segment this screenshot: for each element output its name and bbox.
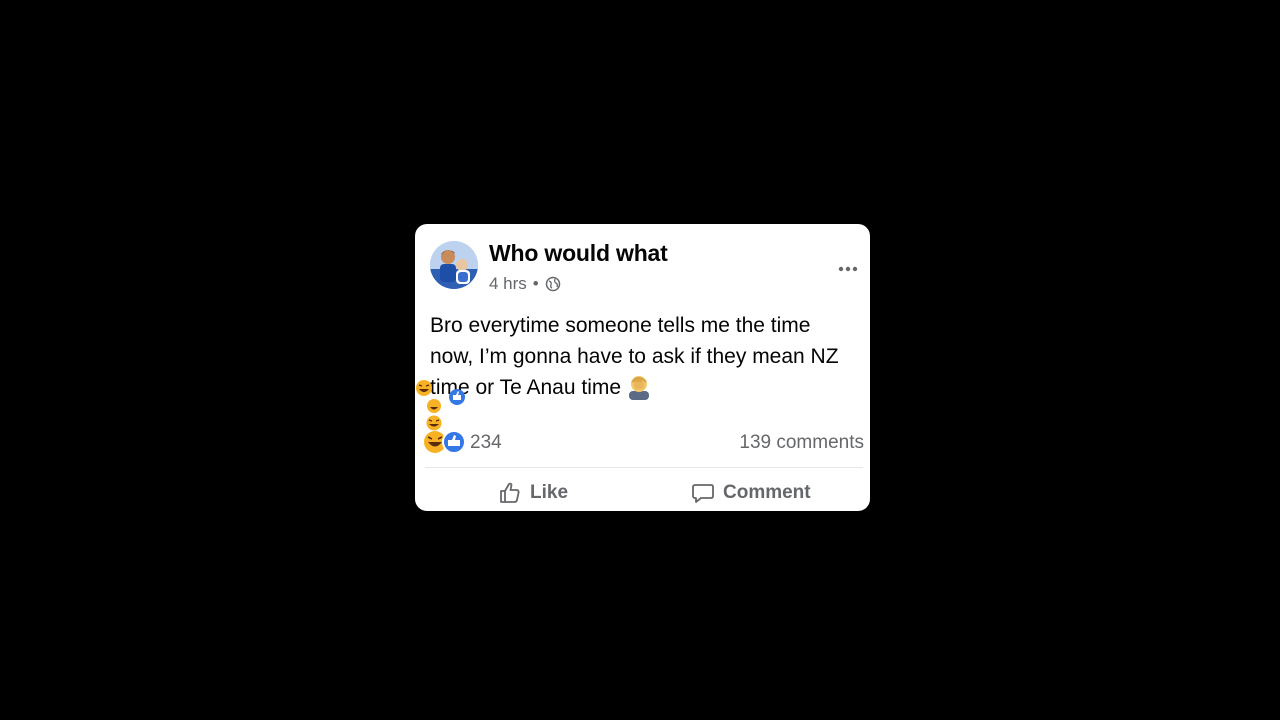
like-button[interactable]: Like bbox=[498, 480, 568, 506]
comment-button[interactable]: Comment bbox=[691, 480, 811, 506]
reaction-stats: 234 139 comments bbox=[415, 427, 870, 457]
divider bbox=[425, 467, 863, 468]
like-label: Like bbox=[530, 482, 569, 503]
author-name[interactable]: Who would what bbox=[489, 240, 668, 267]
post-text-container: Bro everytime someone tells me the time … bbox=[430, 310, 855, 403]
comments-count[interactable]: 139 comments bbox=[739, 432, 864, 454]
author-avatar[interactable] bbox=[430, 241, 478, 289]
post-meta: 4 hrs • bbox=[489, 274, 561, 294]
meta-separator: • bbox=[532, 274, 539, 293]
more-options-icon[interactable] bbox=[838, 260, 858, 272]
globe-icon bbox=[545, 276, 561, 292]
post-card: Who would what 4 hrs • Bro everytime som… bbox=[415, 224, 870, 511]
comment-bubble-icon bbox=[692, 484, 714, 503]
comment-label: Comment bbox=[723, 482, 811, 503]
reaction-icons[interactable] bbox=[423, 427, 468, 457]
like-reaction-icon bbox=[442, 430, 466, 454]
reaction-count[interactable]: 234 bbox=[470, 432, 502, 454]
facepalm-emoji bbox=[625, 372, 653, 400]
post-time[interactable]: 4 hrs bbox=[489, 274, 527, 294]
laugh-reaction-icon bbox=[416, 380, 432, 396]
thumbs-up-icon bbox=[500, 482, 520, 503]
